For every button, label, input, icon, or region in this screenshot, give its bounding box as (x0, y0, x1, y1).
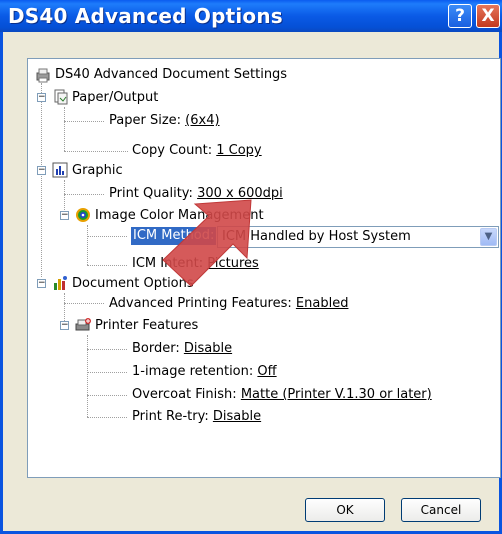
color-wheel-icon (76, 208, 90, 222)
retry-label: Print Re-try: (132, 409, 209, 424)
dialog-title: DS40 Advanced Options (8, 4, 283, 28)
overcoat-label: Overcoat Finish: (132, 387, 237, 402)
cancel-button[interactable]: Cancel (401, 498, 481, 522)
tree-node-printer-features[interactable]: Printer Features (95, 317, 198, 335)
collapse-toggle-printer-features[interactable]: − (60, 321, 69, 330)
overcoat-value[interactable]: Matte (Printer V.1.30 or later) (241, 387, 432, 402)
retention-value[interactable]: Off (257, 364, 276, 379)
document-options-icon (54, 276, 67, 290)
collapse-toggle-paper[interactable]: − (37, 93, 46, 102)
collapse-toggle-graphic[interactable]: − (37, 166, 46, 175)
annotation-arrow-icon (162, 199, 252, 287)
tree-line (64, 121, 104, 122)
copy-count-setting[interactable]: Copy Count: 1 Copy (132, 142, 262, 160)
tree-line (87, 225, 88, 265)
collapse-toggle-document-options[interactable]: − (37, 279, 46, 288)
border-value[interactable]: Disable (184, 341, 232, 356)
tree-line (87, 236, 127, 237)
collapse-toggle-icm[interactable]: − (60, 211, 69, 220)
overcoat-setting[interactable]: Overcoat Finish: Matte (Printer V.1.30 o… (132, 386, 432, 404)
border-label: Border: (132, 341, 180, 356)
tree-line (64, 194, 104, 195)
chevron-down-icon[interactable]: ▼ (480, 228, 497, 246)
tree-line (87, 349, 127, 350)
copy-count-value[interactable]: 1 Copy (216, 143, 261, 158)
border-setting[interactable]: Border: Disable (132, 340, 232, 358)
paper-size-value[interactable]: (6x4) (185, 113, 219, 128)
retry-setting[interactable]: Print Re-try: Disable (132, 408, 261, 426)
tree-line (87, 395, 127, 396)
tree-node-graphic[interactable]: Graphic (72, 162, 123, 180)
tree-line (64, 303, 104, 304)
tree-line (41, 83, 42, 277)
dialog-window: DS40 Advanced Options ? X DS40 Advanced … (0, 0, 502, 534)
printer-features-icon (75, 318, 91, 331)
advanced-features-value[interactable]: Enabled (296, 296, 349, 311)
tree-node-paper-output[interactable]: Paper/Output (72, 89, 158, 107)
help-button[interactable]: ? (448, 4, 472, 28)
tree-root-label: DS40 Advanced Document Settings (55, 67, 288, 82)
tree-line (87, 265, 127, 266)
retention-setting[interactable]: 1-image retention: Off (132, 363, 277, 381)
retry-value[interactable]: Disable (213, 409, 261, 424)
graphic-icon (52, 162, 68, 178)
printer-icon (36, 68, 50, 83)
tree-line (87, 335, 88, 417)
paper-output-icon (54, 89, 68, 105)
tree-line (64, 151, 128, 152)
close-button[interactable]: X (476, 4, 500, 28)
copy-count-label: Copy Count: (132, 143, 213, 158)
tree-line (87, 372, 127, 373)
title-bar[interactable]: DS40 Advanced Options ? X (0, 0, 502, 32)
tree-line (87, 417, 127, 418)
ok-button[interactable]: OK (305, 498, 385, 522)
retention-label: 1-image retention: (132, 364, 254, 379)
paper-size-label: Paper Size: (109, 113, 182, 128)
paper-size-setting[interactable]: Paper Size: (6x4) (109, 112, 220, 130)
tree-line (64, 107, 65, 151)
